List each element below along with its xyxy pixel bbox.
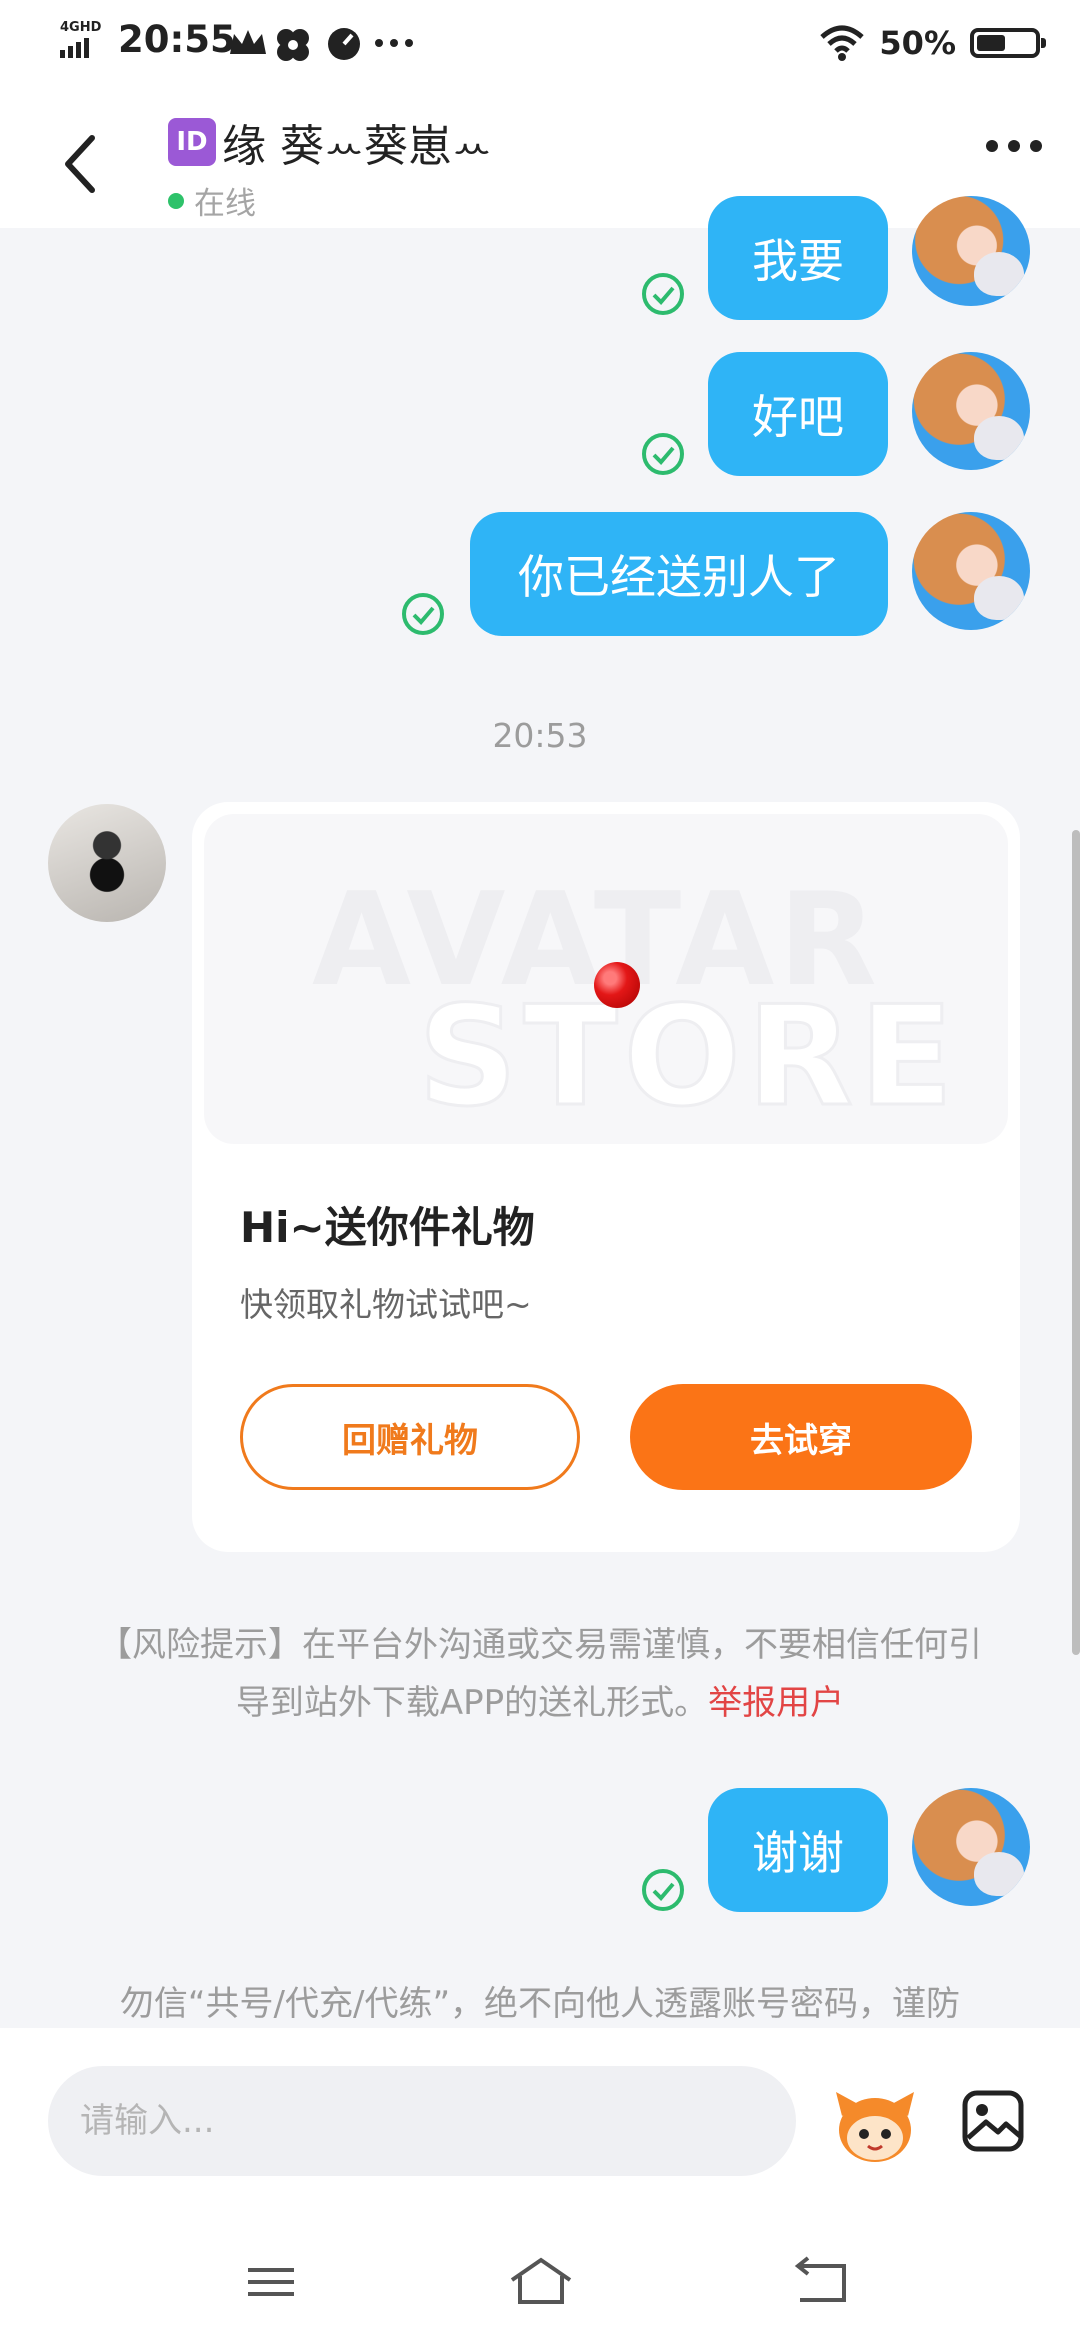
try-on-button[interactable]: 去试穿 xyxy=(630,1384,972,1490)
gift-image[interactable]: AVATAR STORE xyxy=(204,814,1008,1144)
menu-nav-icon[interactable] xyxy=(236,2252,306,2312)
read-check-icon xyxy=(402,593,444,635)
message-input[interactable] xyxy=(48,2066,796,2176)
contact-title[interactable]: ID 缘 葵ꕀ葵崽ꕀ xyxy=(168,110,492,174)
online-status: 在线 xyxy=(168,178,256,223)
system-nav-bar xyxy=(0,2228,1080,2340)
gift-title: Hi~送你件礼物 xyxy=(240,1203,535,1252)
battery-percent: 50% xyxy=(879,24,956,62)
online-dot-icon xyxy=(168,192,184,209)
back-arrow-icon[interactable] xyxy=(52,124,112,204)
pinwheel-icon xyxy=(277,29,309,61)
back-nav-icon[interactable] xyxy=(786,2252,856,2312)
my-avatar[interactable] xyxy=(912,352,1030,470)
clock: 20:55 xyxy=(118,18,236,61)
return-gift-button[interactable]: 回赠礼物 xyxy=(240,1384,580,1490)
mascot-emoji-icon[interactable] xyxy=(832,2086,918,2166)
network-type: 4GHD xyxy=(60,20,102,35)
read-check-icon xyxy=(642,273,684,315)
image-picker-icon[interactable] xyxy=(960,2088,1026,2154)
scrollbar[interactable] xyxy=(1072,830,1080,1655)
risk-text: 【风险提示】在平台外沟通或交易需谨慎，不要相信任何引导到站外下载APP的送礼形式… xyxy=(98,1625,982,1723)
wifi-icon xyxy=(820,25,865,61)
time-divider: 20:53 xyxy=(492,716,588,755)
gift-subtitle: 快领取礼物试试吧~ xyxy=(240,1285,532,1324)
home-nav-icon[interactable] xyxy=(506,2252,576,2312)
cat-icon xyxy=(974,252,1024,296)
chat-header: ID 缘 葵ꕀ葵崽ꕀ 在线 xyxy=(0,86,1080,228)
online-text: 在线 xyxy=(194,186,256,222)
battery-icon xyxy=(970,28,1046,58)
my-avatar[interactable] xyxy=(912,512,1030,630)
signal-icon xyxy=(60,38,92,58)
my-avatar[interactable] xyxy=(912,196,1030,306)
report-user-link[interactable]: 举报用户 xyxy=(708,1683,844,1723)
input-bar xyxy=(0,2028,1080,2228)
cat-icon xyxy=(974,1852,1024,1896)
cat-icon xyxy=(974,576,1024,620)
more-dots-icon[interactable] xyxy=(986,140,1042,152)
crown-icon xyxy=(230,30,266,54)
message-bubble[interactable]: 你已经送别人了 xyxy=(470,512,888,636)
security-notice: 勿信“共号/代充/代练”，绝不向他人透露账号密码，谨防 xyxy=(119,1984,961,2024)
red-ball-icon xyxy=(594,962,640,1008)
battery-fill xyxy=(977,35,1005,51)
message-bubble[interactable]: 谢谢 xyxy=(708,1788,888,1912)
risk-notice: 【风险提示】在平台外沟通或交易需谨慎，不要相信任何引导到站外下载APP的送礼形式… xyxy=(90,1616,990,1732)
gift-card[interactable]: AVATAR STORE Hi~送你件礼物 快领取礼物试试吧~ 回赠礼物 去试穿 xyxy=(192,802,1020,1552)
read-check-icon xyxy=(642,1869,684,1911)
my-avatar[interactable] xyxy=(912,1788,1030,1906)
more-status-icon xyxy=(375,39,413,47)
message-bubble[interactable]: 好吧 xyxy=(708,352,888,476)
contact-name: 缘 葵ꕀ葵崽ꕀ xyxy=(222,121,492,172)
id-badge: ID xyxy=(168,118,216,166)
message-bubble[interactable]: 我要 xyxy=(708,196,888,320)
contact-avatar[interactable] xyxy=(48,804,166,922)
network-indicator: 4GHD xyxy=(58,20,108,60)
watermark-text: STORE xyxy=(416,975,960,1139)
status-right: 50% xyxy=(819,18,1046,68)
status-bar: 4GHD 20:55 50% xyxy=(0,0,1080,86)
cat-icon xyxy=(974,416,1024,460)
read-check-icon xyxy=(642,433,684,475)
speed-gauge-icon xyxy=(328,28,360,60)
